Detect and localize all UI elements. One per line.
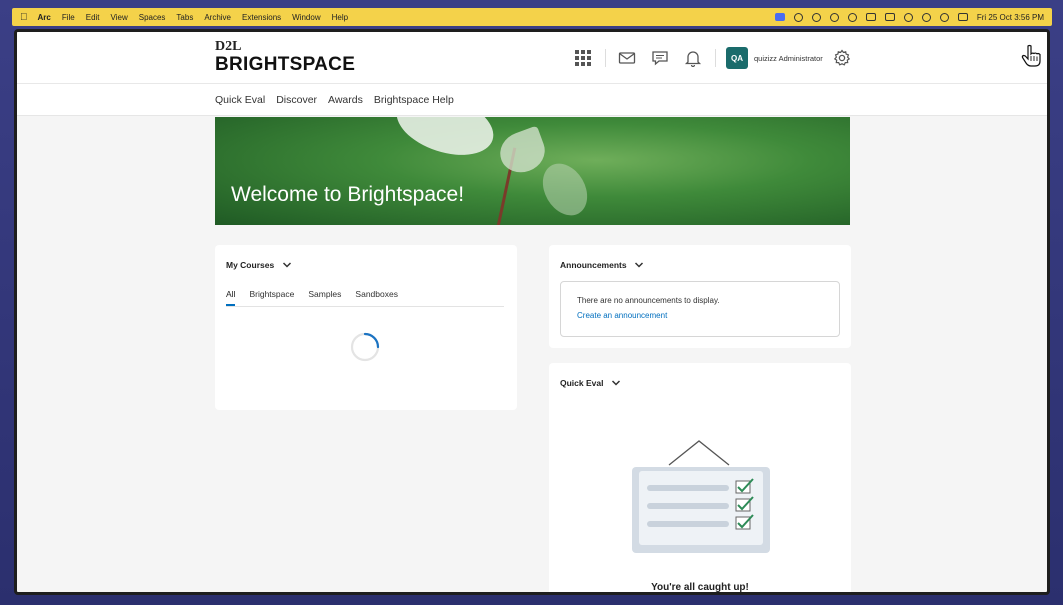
keyboard-icon[interactable] bbox=[865, 13, 876, 21]
accessibility-icon[interactable] bbox=[847, 12, 857, 22]
menu-extensions[interactable]: Extensions bbox=[242, 13, 281, 22]
loading-spinner-icon bbox=[350, 332, 380, 362]
envelope-icon bbox=[618, 52, 636, 64]
chevron-down-icon[interactable] bbox=[611, 379, 621, 387]
quick-eval-title: Quick Eval bbox=[560, 378, 604, 388]
nav-brightspace-help[interactable]: Brightspace Help bbox=[374, 94, 454, 106]
my-courses-title: My Courses bbox=[226, 260, 275, 270]
apple-icon[interactable]:  bbox=[20, 12, 28, 23]
menu-help[interactable]: Help bbox=[332, 13, 348, 22]
chat-bubble-icon bbox=[652, 51, 668, 66]
header-tools: QA quizizz Administrator bbox=[572, 44, 864, 72]
menu-clock[interactable]: Fri 25 Oct 3:56 PM bbox=[977, 13, 1044, 22]
subscription-alerts-button[interactable] bbox=[649, 47, 671, 69]
hand-cursor-icon bbox=[1021, 44, 1041, 67]
menu-spaces[interactable]: Spaces bbox=[139, 13, 166, 22]
brightspace-logo[interactable]: D2L BRIGHTSPACE bbox=[215, 40, 355, 76]
all-caught-up-text: You're all caught up! bbox=[651, 582, 749, 593]
brightspace-header: D2L BRIGHTSPACE QA quizizz Administrator bbox=[17, 32, 1047, 84]
menu-view[interactable]: View bbox=[111, 13, 128, 22]
settings-button[interactable] bbox=[831, 47, 853, 69]
tab-divider bbox=[226, 306, 504, 307]
menu-edit[interactable]: Edit bbox=[86, 13, 100, 22]
announcements-empty-box: There are no announcements to display. C… bbox=[560, 281, 840, 337]
record-icon[interactable] bbox=[793, 12, 803, 22]
menu-window[interactable]: Window bbox=[292, 13, 320, 22]
quick-eval-widget: Quick Eval You're all caught up! bbox=[549, 363, 851, 593]
grid-icon bbox=[575, 50, 591, 66]
create-announcement-link[interactable]: Create an announcement bbox=[577, 311, 667, 320]
extension-icon[interactable] bbox=[829, 12, 839, 22]
course-tabs: All Brightspace Samples Sandboxes bbox=[226, 289, 412, 306]
screen-share-icon[interactable] bbox=[774, 13, 785, 21]
checklist-illustration bbox=[632, 440, 770, 553]
chevron-down-icon[interactable] bbox=[634, 261, 644, 269]
menu-file[interactable]: File bbox=[62, 13, 75, 22]
avatar[interactable]: QA bbox=[726, 47, 748, 69]
chevron-down-icon[interactable] bbox=[282, 261, 292, 269]
message-alerts-button[interactable] bbox=[616, 47, 638, 69]
main-navbar: Quick Eval Discover Awards Brightspace H… bbox=[17, 84, 1047, 116]
tab-sandboxes[interactable]: Sandboxes bbox=[355, 289, 398, 306]
user-switch-icon[interactable] bbox=[921, 12, 931, 22]
announcements-empty-text: There are no announcements to display. bbox=[577, 296, 720, 305]
announcements-widget: Announcements There are no announcements… bbox=[549, 245, 851, 348]
macos-menubar:  Arc File Edit View Spaces Tabs Archive… bbox=[12, 8, 1052, 26]
control-center-icon[interactable] bbox=[957, 13, 968, 21]
header-divider bbox=[715, 49, 716, 67]
banner-leaf-image bbox=[388, 117, 502, 167]
bell-icon bbox=[684, 51, 702, 67]
logo-brightspace: BRIGHTSPACE bbox=[215, 54, 356, 75]
user-name[interactable]: quizizz Administrator bbox=[754, 54, 823, 63]
welcome-banner: Welcome to Brightspace! bbox=[215, 117, 850, 225]
header-divider bbox=[605, 49, 606, 67]
nav-quick-eval[interactable]: Quick Eval bbox=[215, 94, 265, 106]
welcome-title: Welcome to Brightspace! bbox=[231, 183, 465, 206]
status-icons: Fri 25 Oct 3:56 PM bbox=[774, 12, 1044, 22]
wifi-icon[interactable] bbox=[903, 12, 913, 22]
nav-discover[interactable]: Discover bbox=[276, 94, 317, 106]
menu-tabs[interactable]: Tabs bbox=[176, 13, 193, 22]
banner-leaf-image bbox=[494, 125, 551, 179]
announcements-title: Announcements bbox=[560, 260, 627, 270]
tab-brightspace[interactable]: Brightspace bbox=[249, 289, 294, 306]
banner-leaf-image bbox=[533, 155, 597, 224]
tab-all[interactable]: All bbox=[226, 289, 236, 306]
my-courses-widget: My Courses All Brightspace Samples Sandb… bbox=[215, 245, 517, 410]
menu-archive[interactable]: Archive bbox=[204, 13, 231, 22]
update-alerts-button[interactable] bbox=[682, 47, 704, 69]
menu-app-name[interactable]: Arc bbox=[38, 13, 51, 22]
browser-window: D2L BRIGHTSPACE QA quizizz Administrator… bbox=[14, 29, 1050, 595]
logo-d2l: D2L bbox=[215, 39, 242, 54]
course-selector-button[interactable] bbox=[572, 47, 594, 69]
gear-icon bbox=[833, 49, 850, 66]
tab-samples[interactable]: Samples bbox=[308, 289, 341, 306]
battery-icon[interactable] bbox=[884, 13, 895, 21]
spotlight-search-icon[interactable] bbox=[939, 12, 949, 22]
nav-awards[interactable]: Awards bbox=[328, 94, 363, 106]
status-app-icon[interactable] bbox=[811, 12, 821, 22]
